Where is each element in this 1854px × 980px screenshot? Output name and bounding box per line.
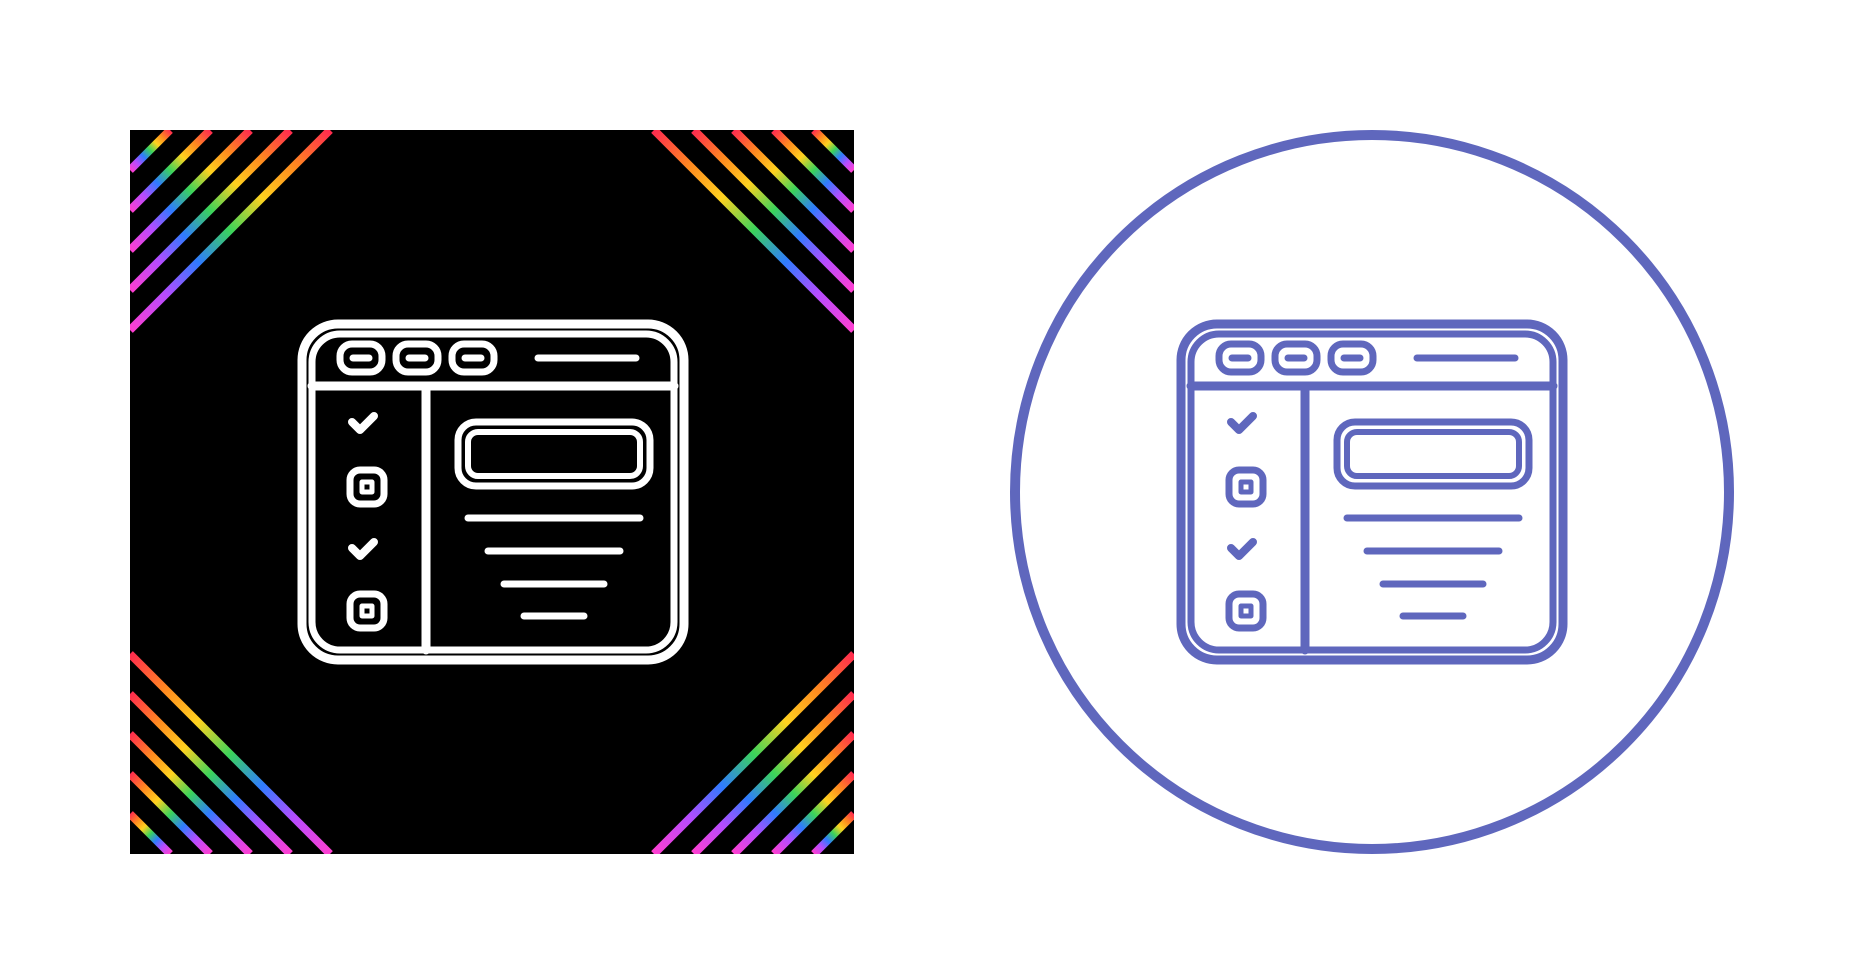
circle-frame bbox=[1010, 130, 1734, 854]
outline-icon-tile bbox=[1010, 130, 1734, 854]
icon-canvas bbox=[130, 130, 1734, 854]
dark-tile-background bbox=[130, 130, 854, 854]
icon-sheet bbox=[0, 0, 1854, 980]
dark-icon-tile bbox=[130, 130, 854, 854]
